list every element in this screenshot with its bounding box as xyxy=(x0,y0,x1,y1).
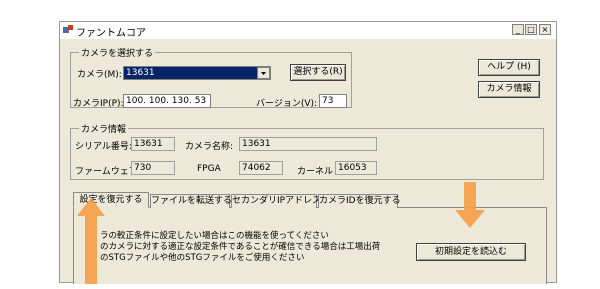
camera-name-value: 13631 xyxy=(239,137,377,151)
kernel-label: カーネル xyxy=(297,167,334,177)
version-label: バージョン(V): xyxy=(256,99,318,109)
help-button[interactable]: ヘルプ (H) xyxy=(478,59,540,76)
load-default-settings-button[interactable]: 初期設定を読込む xyxy=(416,243,526,261)
up-arrow-icon xyxy=(77,198,105,284)
maximize-button[interactable]: □ xyxy=(525,24,537,35)
camera-select-group: カメラを選択する カメラ(M): 13631 選択する(R) カメラIP(P):… xyxy=(70,46,352,109)
serial-label: シリアル番号: xyxy=(75,142,132,152)
fpga-value: 74062 xyxy=(239,161,283,175)
tab-transfer-files[interactable]: ファイルを転送する xyxy=(150,194,232,208)
firmware-label: ファームウェア xyxy=(75,167,138,177)
camera-name-label: カメラ名称: xyxy=(185,142,234,152)
camera-dropdown-value: 13631 xyxy=(126,68,155,78)
camera-ip-input[interactable]: 100. 100. 130. 53 xyxy=(123,94,211,108)
kernel-value: 16053 xyxy=(335,161,377,175)
version-input[interactable]: 73 xyxy=(319,94,347,108)
app-icon xyxy=(63,25,73,33)
fpga-label: FPGA xyxy=(197,164,221,174)
camera-select-legend: カメラを選択する xyxy=(79,46,156,59)
minimize-button[interactable]: _ xyxy=(512,24,524,35)
restore-description-line-2: のカメラに対する適正な設定条件であることが確信できる場合は工場出荷 xyxy=(100,242,381,252)
down-arrow-icon xyxy=(455,182,485,228)
restore-description-line-3: のSTGファイルや他のSTGファイルをご使用ください xyxy=(100,253,305,263)
chevron-down-icon[interactable] xyxy=(257,67,270,79)
camera-info-button[interactable]: カメラ情報 xyxy=(478,81,540,98)
tab-secondary-ip[interactable]: セカンダリIPアドレス xyxy=(231,194,321,208)
window-title: ファントムコア xyxy=(76,28,146,39)
camera-dropdown[interactable]: 13631 xyxy=(123,66,271,80)
camera-label: カメラ(M): xyxy=(77,70,122,80)
select-camera-button[interactable]: 選択する(R) xyxy=(290,64,346,81)
camera-info-legend: カメラ情報 xyxy=(79,122,129,135)
phantom-core-window: ファントムコア _ □ × カメラを選択する カメラ(M): 13631 選択す… xyxy=(59,21,557,284)
title-bar: ファントムコア _ □ × xyxy=(60,22,556,39)
serial-value: 13631 xyxy=(131,137,175,151)
firmware-value: 730 xyxy=(131,161,175,175)
tab-restore-camera-id[interactable]: カメラIDを復元する xyxy=(318,194,401,208)
close-button[interactable]: × xyxy=(539,24,551,35)
camera-info-group: カメラ情報 シリアル番号: 13631 カメラ名称: 13631 ファームウェア… xyxy=(70,122,544,180)
camera-ip-label: カメラIP(P): xyxy=(73,99,124,109)
restore-description-line-1: ラの較正条件に設定したい場合はこの機能を使ってください xyxy=(100,231,329,241)
